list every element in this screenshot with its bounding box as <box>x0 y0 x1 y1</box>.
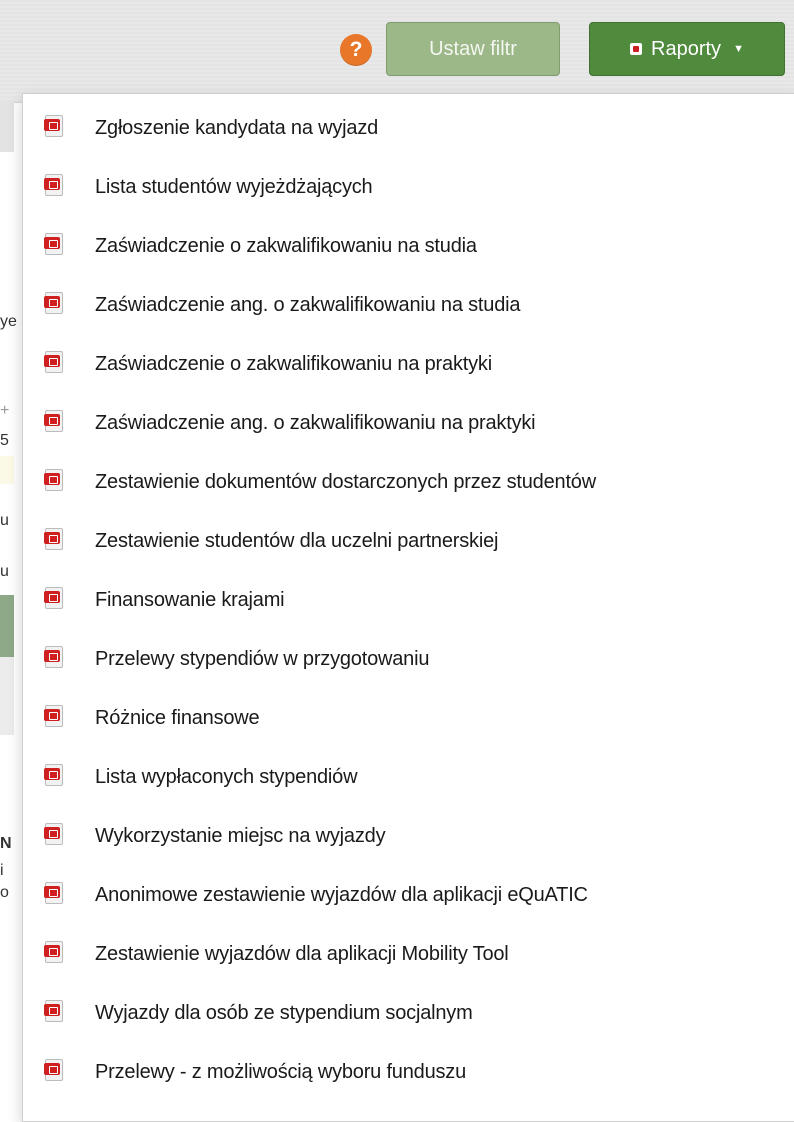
menu-item-report[interactable]: Zestawienie wyjazdów dla aplikacji Mobil… <box>23 930 794 988</box>
menu-item-label: Zgłoszenie kandydata na wyjazd <box>95 117 379 139</box>
menu-item-report[interactable]: Finansowanie krajami <box>23 576 794 634</box>
pdf-icon <box>44 587 63 609</box>
pdf-icon <box>44 882 63 904</box>
pdf-icon <box>44 410 63 432</box>
menu-item-report[interactable]: Zestawienie dokumentów dostarczonych prz… <box>23 458 794 516</box>
background-text: 5 <box>0 432 9 449</box>
menu-item-report[interactable]: Zgłoszenie kandydata na wyjazd <box>23 104 794 162</box>
pdf-icon <box>630 43 643 55</box>
pdf-icon <box>44 646 63 668</box>
menu-item-label: Lista wypłaconych stypendiów <box>95 766 358 788</box>
menu-item-report[interactable]: Zaświadczenie ang. o zakwalifikowaniu na… <box>23 399 794 457</box>
pdf-icon <box>44 1059 63 1081</box>
menu-item-report[interactable]: Przelewy - z możliwością wyboru funduszu <box>23 1048 794 1106</box>
menu-item-report[interactable]: Wyjazdy dla osób ze stypendium socjalnym <box>23 989 794 1047</box>
menu-item-report[interactable]: Lista studentów wyjeżdżających <box>23 163 794 221</box>
menu-item-report[interactable]: Różnice finansowe <box>23 694 794 752</box>
set-filter-button[interactable]: Ustaw filtr <box>386 22 560 76</box>
menu-item-label: Wyjazdy dla osób ze stypendium socjalnym <box>95 1002 473 1024</box>
menu-item-report[interactable]: Anonimowe zestawienie wyjazdów dla aplik… <box>23 871 794 929</box>
menu-item-label: Anonimowe zestawienie wyjazdów dla aplik… <box>95 884 588 906</box>
pdf-icon <box>44 705 63 727</box>
background-panel <box>0 102 14 152</box>
background-field <box>0 456 14 484</box>
caret-down-icon: ▼ <box>733 43 744 55</box>
background-text: i <box>0 862 4 879</box>
menu-item-label: Zestawienie dokumentów dostarczonych prz… <box>95 471 596 493</box>
menu-item-label: Wykorzystanie miejsc na wyjazdy <box>95 825 386 847</box>
background-text: u <box>0 563 9 580</box>
pdf-icon <box>44 764 63 786</box>
pdf-icon <box>44 823 63 845</box>
reports-label: Raporty <box>651 37 722 60</box>
menu-item-label: Przelewy stypendiów w przygotowaniu <box>95 648 430 670</box>
menu-item-report[interactable]: Zaświadczenie ang. o zakwalifikowaniu na… <box>23 281 794 339</box>
background-button <box>0 595 14 657</box>
background-text: N <box>0 835 12 852</box>
background-text: u <box>0 512 9 529</box>
menu-item-label: Zestawienie studentów dla uczelni partne… <box>95 530 499 552</box>
set-filter-label: Ustaw filtr <box>429 37 517 60</box>
menu-item-report[interactable]: Zestawienie studentów dla uczelni partne… <box>23 517 794 575</box>
reports-dropdown-button[interactable]: Raporty ▼ <box>589 22 785 76</box>
menu-item-report[interactable]: Wykorzystanie miejsc na wyjazdy <box>23 812 794 870</box>
pdf-icon <box>44 233 63 255</box>
background-panel <box>0 657 14 735</box>
pdf-icon <box>44 469 63 491</box>
menu-item-label: Zaświadczenie ang. o zakwalifikowaniu na… <box>95 412 536 434</box>
menu-item-report[interactable]: Zaświadczenie o zakwalifikowaniu na prak… <box>23 340 794 398</box>
pdf-icon <box>44 528 63 550</box>
background-text: + <box>0 402 10 419</box>
pdf-icon <box>44 115 63 137</box>
menu-item-label: Lista studentów wyjeżdżających <box>95 176 373 198</box>
menu-item-label: Finansowanie krajami <box>95 589 285 611</box>
pdf-icon <box>44 1000 63 1022</box>
menu-item-report[interactable]: Lista wypłaconych stypendiów <box>23 753 794 811</box>
toolbar: ? Ustaw filtr Raporty ▼ <box>0 0 794 103</box>
menu-item-label: Zestawienie wyjazdów dla aplikacji Mobil… <box>95 943 509 965</box>
menu-item-label: Zaświadczenie o zakwalifikowaniu na stud… <box>95 235 477 257</box>
menu-item-label: Przelewy - z możliwością wyboru funduszu <box>95 1061 467 1083</box>
menu-item-report[interactable]: Przelewy stypendiów w przygotowaniu <box>23 635 794 693</box>
background-text: ye <box>0 313 17 330</box>
menu-item-report[interactable]: Zaświadczenie o zakwalifikowaniu na stud… <box>23 222 794 280</box>
pdf-icon <box>44 292 63 314</box>
reports-dropdown-menu: Zgłoszenie kandydata na wyjazd Lista stu… <box>22 93 794 1122</box>
menu-item-label: Zaświadczenie o zakwalifikowaniu na prak… <box>95 353 492 375</box>
menu-item-label: Zaświadczenie ang. o zakwalifikowaniu na… <box>95 294 521 316</box>
menu-item-label: Różnice finansowe <box>95 707 260 729</box>
pdf-icon <box>44 351 63 373</box>
background-text: o <box>0 884 9 901</box>
pdf-icon <box>44 941 63 963</box>
help-icon[interactable]: ? <box>340 34 372 66</box>
pdf-icon <box>44 174 63 196</box>
